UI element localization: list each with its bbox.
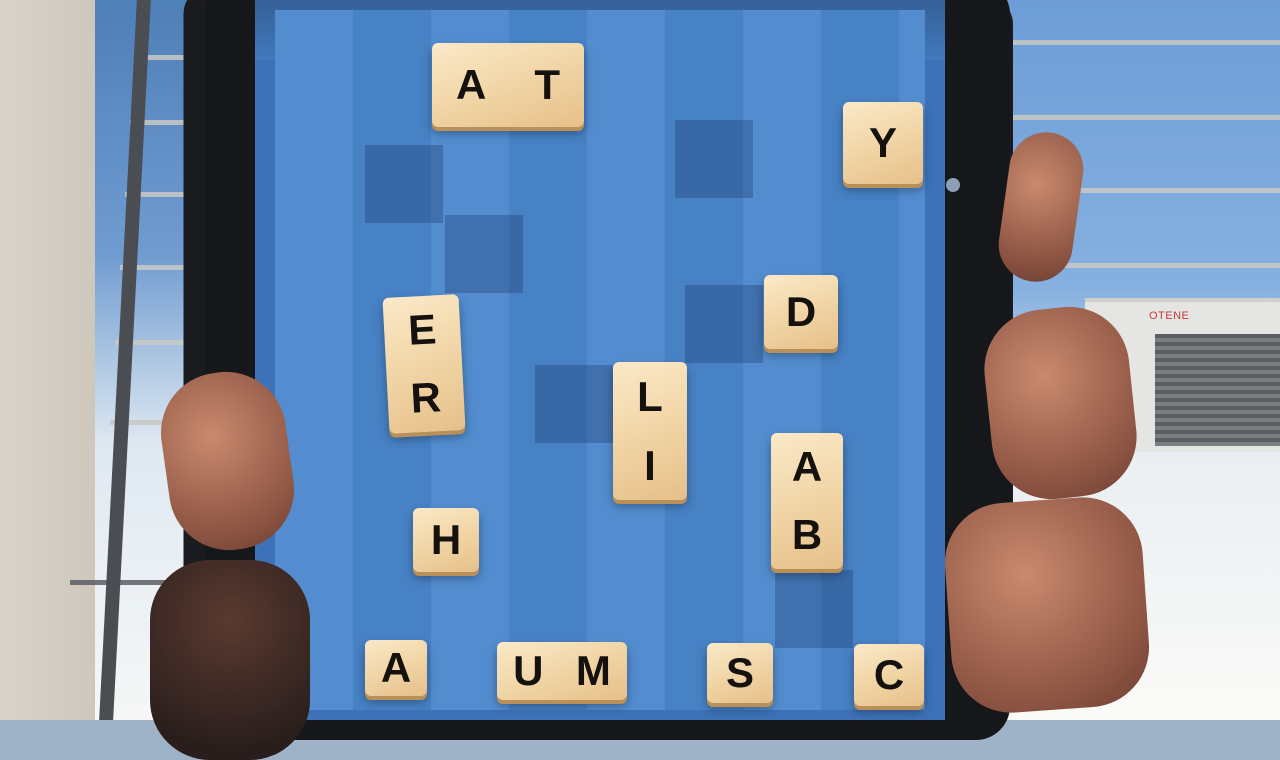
tile-letter: A [791,443,823,490]
tile-li[interactable]: L I [613,362,687,500]
board-cell-dark [675,120,753,198]
right-finger-middle [978,300,1143,506]
board-cell-dark [535,365,613,443]
tile-a[interactable]: A [365,640,427,696]
tile-at[interactable]: A T [432,43,584,127]
tile-letter: Y [868,119,897,166]
tile-ab[interactable]: A B [771,433,843,569]
tile-letter: U [513,647,544,694]
tile-letter: D [785,288,817,335]
board-cell-dark [365,145,443,223]
game-board[interactable] [275,10,925,710]
left-hand [150,560,310,760]
right-finger-lower [940,493,1154,717]
tile-letter: E [406,305,438,354]
building-sign: OTENE [1149,310,1190,322]
tile-letter: L [637,372,663,420]
tile-letter: T [534,61,560,108]
building-vent-grille [1155,334,1280,446]
phone-sensor-dot [946,178,960,192]
tile-letter: A [380,644,412,691]
tile-letter: H [430,516,462,563]
board-cell-dark [775,570,853,648]
window-blind-slat [1000,40,1280,45]
tile-um[interactable]: U M [497,642,627,700]
tile-letter: C [873,651,905,698]
tile-er[interactable]: E R [382,294,466,434]
tile-letter: A [456,61,487,108]
tile-c[interactable]: C [854,644,924,706]
tile-h[interactable]: H [413,508,479,572]
tile-letter: I [644,441,656,489]
tile-s[interactable]: S [707,643,773,703]
window-blind-slat [1000,115,1280,120]
tile-letter: M [575,647,611,694]
game-screen [255,0,945,720]
board-cell-dark [685,285,763,363]
tile-letter: B [791,511,823,558]
tile-letter: S [725,649,754,696]
tile-letter: R [409,373,443,422]
board-cell-dark [445,215,523,293]
tile-d[interactable]: D [764,275,838,349]
tile-y[interactable]: Y [843,102,923,184]
